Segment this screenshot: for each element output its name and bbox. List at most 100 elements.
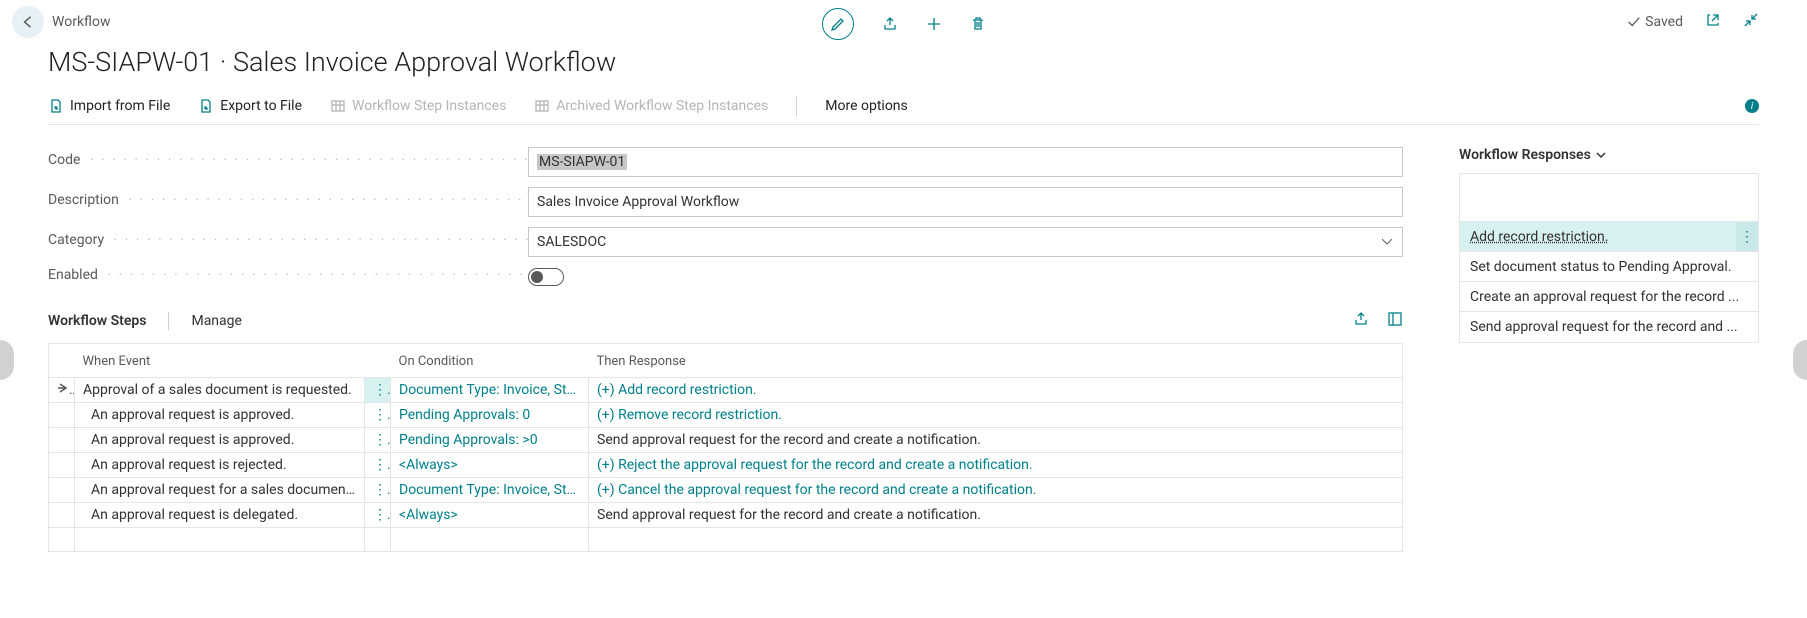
archived-workflow-step-instances-button[interactable]: Archived Workflow Step Instances	[534, 98, 768, 114]
row-menu-button[interactable]: ⋮	[365, 403, 391, 428]
file-import-icon	[48, 98, 64, 114]
popout-icon	[1705, 12, 1721, 28]
right-edge-grabber[interactable]	[1793, 340, 1807, 380]
vertical-dots-icon: ⋮	[373, 507, 391, 523]
export-to-file-button[interactable]: Export to File	[198, 98, 302, 114]
enabled-toggle[interactable]	[528, 268, 564, 286]
then-response-cell[interactable]: Send approval request for the record and…	[589, 503, 1403, 528]
command-separator	[796, 96, 797, 116]
when-event-cell[interactable]: An approval request is rejected.	[75, 453, 365, 478]
then-response-cell[interactable]: (+) Add record restriction.	[589, 378, 1403, 403]
saved-status-label: Saved	[1645, 14, 1683, 30]
code-input[interactable]: MS-SIAPW-01	[528, 147, 1403, 177]
steps-expand-button[interactable]	[1387, 311, 1403, 331]
delete-button[interactable]	[970, 16, 986, 32]
table-row[interactable]: An approval request for a sales document…	[49, 478, 1403, 503]
table-row[interactable]: An approval request is approved. ⋮Pending…	[49, 403, 1403, 428]
description-label: Description	[48, 192, 528, 212]
vertical-dots-icon: ⋮	[373, 432, 391, 448]
vertical-dots-icon: ⋮	[373, 457, 391, 473]
popout-button[interactable]	[1705, 12, 1721, 32]
breadcrumb: Workflow	[52, 14, 111, 30]
when-event-cell[interactable]: Approval of a sales document is requeste…	[75, 378, 365, 403]
category-select[interactable]	[528, 227, 1403, 257]
import-label: Import from File	[70, 98, 170, 114]
workflow-responses-panel: Add record restriction.⋮ Set document sta…	[1459, 173, 1759, 343]
response-item[interactable]: Set document status to Pending Approval.	[1460, 252, 1758, 282]
col-on-condition[interactable]: On Condition	[391, 344, 589, 378]
vertical-dots-icon: ⋮	[1740, 229, 1754, 245]
pencil-icon	[830, 16, 846, 32]
col-then-response[interactable]: Then Response	[589, 344, 1403, 378]
vertical-dots-icon: ⋮	[373, 407, 391, 423]
table-row-blank[interactable]	[49, 528, 1403, 552]
on-condition-cell[interactable]: Pending Approvals: >0	[391, 428, 589, 453]
workflow-responses-toggle[interactable]: Workflow Responses	[1459, 147, 1759, 163]
check-icon	[1627, 15, 1641, 29]
description-input[interactable]	[528, 187, 1403, 217]
row-menu-button[interactable]: ⋮	[365, 428, 391, 453]
workflow-responses-title: Workflow Responses	[1459, 147, 1591, 163]
table-row[interactable]: An approval request is delegated. ⋮<Alway…	[49, 503, 1403, 528]
response-item-label: Set document status to Pending Approval.	[1460, 259, 1758, 275]
expand-icon	[1387, 311, 1403, 327]
when-event-cell[interactable]: An approval request is approved.	[75, 403, 365, 428]
table-row[interactable]: Approval of a sales document is requeste…	[49, 378, 1403, 403]
table-row[interactable]: An approval request is approved. ⋮Pending…	[49, 428, 1403, 453]
file-export-icon	[198, 98, 214, 114]
response-item[interactable]: Send approval request for the record and…	[1460, 312, 1758, 342]
row-menu-button[interactable]: ⋮	[365, 503, 391, 528]
info-button[interactable]: i	[1745, 99, 1759, 113]
on-condition-cell[interactable]: Document Type: Invoice, Status: P...	[391, 478, 589, 503]
share-button[interactable]	[882, 16, 898, 32]
when-event-cell[interactable]: An approval request is approved.	[75, 428, 365, 453]
response-item-menu-button[interactable]: ⋮	[1736, 222, 1758, 251]
col-when-event[interactable]: When Event	[75, 344, 365, 378]
row-menu-button[interactable]: ⋮	[365, 478, 391, 503]
back-button[interactable]	[12, 6, 44, 38]
new-button[interactable]	[926, 16, 942, 32]
on-condition-cell[interactable]: <Always>	[391, 503, 589, 528]
response-item-label: Send approval request for the record and…	[1460, 319, 1758, 335]
on-condition-cell[interactable]: Document Type: Invoice, Status: O...	[391, 378, 589, 403]
collapse-button[interactable]	[1743, 12, 1759, 32]
response-item[interactable]: Create an approval request for the recor…	[1460, 282, 1758, 312]
then-response-cell[interactable]: Send approval request for the record and…	[589, 428, 1403, 453]
edit-button[interactable]	[822, 8, 854, 40]
workflow-steps-table: When Event On Condition Then Response Ap…	[48, 343, 1403, 552]
when-event-cell[interactable]: An approval request is delegated.	[75, 503, 365, 528]
chevron-down-icon	[1595, 149, 1607, 161]
response-item-label: Create an approval request for the recor…	[1460, 289, 1758, 305]
page-title: MS-SIAPW-01 · Sales Invoice Approval Wor…	[48, 46, 1759, 78]
import-from-file-button[interactable]: Import from File	[48, 98, 170, 114]
more-options-label: More options	[825, 98, 908, 114]
grid-icon	[534, 98, 550, 114]
share-icon	[882, 16, 898, 32]
row-indicator	[49, 453, 75, 478]
then-response-cell[interactable]: (+) Remove record restriction.	[589, 403, 1403, 428]
vertical-dots-icon: ⋮	[373, 382, 391, 398]
then-response-cell[interactable]: (+) Cancel the approval request for the …	[589, 478, 1403, 503]
steps-share-button[interactable]	[1353, 311, 1369, 331]
response-item[interactable]: Add record restriction.⋮	[1460, 222, 1758, 252]
export-label: Export to File	[220, 98, 302, 114]
then-response-cell[interactable]: (+) Reject the approval request for the …	[589, 453, 1403, 478]
table-row[interactable]: An approval request is rejected. ⋮<Always…	[49, 453, 1403, 478]
when-event-cell[interactable]: An approval request for a sales document…	[75, 478, 365, 503]
row-indicator	[49, 428, 75, 453]
manage-button[interactable]: Manage	[191, 313, 241, 329]
responses-blank-row	[1460, 174, 1758, 222]
workflow-step-instances-button[interactable]: Workflow Step Instances	[330, 98, 506, 114]
on-condition-cell[interactable]: <Always>	[391, 453, 589, 478]
arrow-left-icon	[21, 15, 35, 29]
saved-status: Saved	[1627, 14, 1683, 30]
grid-icon	[330, 98, 346, 114]
row-menu-button[interactable]: ⋮	[365, 453, 391, 478]
more-options-button[interactable]: More options	[825, 98, 908, 114]
collapse-icon	[1743, 12, 1759, 28]
row-menu-button[interactable]: ⋮	[365, 378, 391, 403]
response-item-label: Add record restriction.	[1460, 229, 1736, 245]
step-instances-label: Workflow Step Instances	[352, 98, 506, 114]
on-condition-cell[interactable]: Pending Approvals: 0	[391, 403, 589, 428]
info-icon: i	[1751, 101, 1753, 112]
